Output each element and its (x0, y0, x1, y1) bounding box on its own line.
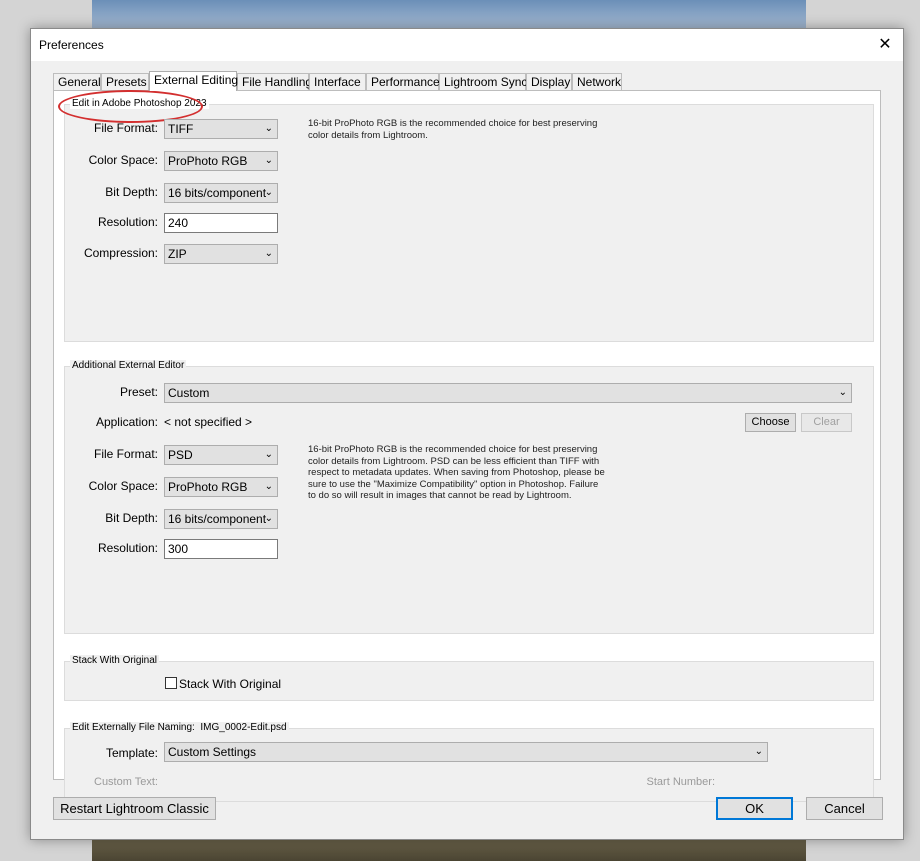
chevron-down-icon: ⌄ (264, 481, 273, 492)
ae-file-format-label: File Format: (93, 447, 158, 461)
tab-external-editing[interactable]: External Editing (149, 71, 238, 91)
ps-bit-depth-value: 16 bits/component (168, 186, 267, 200)
ps-compression-label: Compression: (83, 246, 158, 260)
ae-color-space-value: ProPhoto RGB (168, 480, 248, 494)
start-number-label: Start Number: (646, 776, 715, 788)
tab-network[interactable]: Network (572, 73, 622, 90)
template-value: Custom Settings (168, 745, 257, 759)
ps-file-format-label: File Format: (93, 121, 158, 135)
chevron-down-icon: ⌄ (264, 187, 273, 198)
template-select[interactable]: Custom Settings ⌄ (164, 742, 768, 762)
chevron-down-icon: ⌄ (754, 746, 763, 757)
choose-button[interactable]: Choose (745, 413, 796, 432)
title-bar: Preferences ✕ (31, 29, 903, 61)
ps-color-space-value: ProPhoto RGB (168, 154, 248, 168)
chevron-down-icon: ⌄ (264, 449, 273, 460)
dialog-title: Preferences (39, 38, 104, 52)
chevron-down-icon: ⌄ (264, 123, 273, 134)
application-value: < not specified > (164, 415, 253, 429)
ps-recommendation-note: 16-bit ProPhoto RGB is the recommended c… (308, 118, 598, 141)
tab-file-handling[interactable]: File Handling (237, 73, 312, 90)
stack-with-original-label[interactable]: Stack With Original (179, 677, 281, 691)
file-naming-group (64, 728, 874, 802)
ps-color-space-select[interactable]: ProPhoto RGB ⌄ (164, 151, 278, 171)
ps-file-format-select[interactable]: TIFF ⌄ (164, 119, 278, 139)
file-naming-legend-label: Edit Externally File Naming: (72, 722, 195, 733)
tab-interface[interactable]: Interface (309, 73, 366, 90)
preferences-dialog: Preferences ✕ General Presets External E… (30, 28, 904, 840)
ae-recommendation-note: 16-bit ProPhoto RGB is the recommended c… (308, 444, 605, 501)
tab-presets[interactable]: Presets (101, 73, 149, 90)
ps-resolution-label: Resolution: (97, 215, 158, 229)
template-label: Template: (105, 746, 158, 760)
chevron-down-icon: ⌄ (264, 248, 273, 259)
tab-lightroom-sync[interactable]: Lightroom Sync (439, 73, 527, 90)
preset-value: Custom (168, 386, 210, 400)
ae-bit-depth-select[interactable]: 16 bits/component ⌄ (164, 509, 278, 529)
tab-general[interactable]: General (53, 73, 101, 90)
ae-bit-depth-value: 16 bits/component (168, 512, 267, 526)
ae-resolution-input[interactable]: 300 (164, 539, 278, 559)
file-naming-legend: Edit Externally File Naming: IMG_0002-Ed… (70, 722, 289, 733)
stack-with-original-checkbox[interactable] (165, 677, 177, 689)
ae-color-space-select[interactable]: ProPhoto RGB ⌄ (164, 477, 278, 497)
file-naming-example: IMG_0002-Edit.psd (200, 722, 287, 733)
ps-resolution-input[interactable]: 240 (164, 213, 278, 233)
chevron-down-icon: ⌄ (264, 155, 273, 166)
ps-compression-select[interactable]: ZIP ⌄ (164, 244, 278, 264)
ps-compression-value: ZIP (168, 247, 187, 261)
application-label: Application: (95, 415, 158, 429)
external-editing-panel: Edit in Adobe Photoshop 2023 File Format… (53, 90, 881, 802)
ps-bit-depth-label: Bit Depth: (105, 185, 158, 199)
custom-text-label: Custom Text: (94, 776, 158, 788)
ae-file-format-value: PSD (168, 448, 193, 462)
preset-label: Preset: (119, 385, 158, 399)
clear-button[interactable]: Clear (801, 413, 852, 432)
ae-resolution-label: Resolution: (97, 541, 158, 555)
chevron-down-icon: ⌄ (264, 513, 273, 524)
chevron-down-icon: ⌄ (838, 387, 847, 398)
additional-editor-legend: Additional External Editor (70, 360, 187, 371)
ae-file-format-select[interactable]: PSD ⌄ (164, 445, 278, 465)
stack-group-legend: Stack With Original (70, 655, 160, 666)
ps-file-format-value: TIFF (168, 122, 194, 136)
close-icon[interactable]: ✕ (873, 33, 897, 57)
preset-select[interactable]: Custom ⌄ (164, 383, 852, 403)
restart-lightroom-button[interactable]: Restart Lightroom Classic (53, 797, 216, 820)
ps-color-space-label: Color Space: (88, 153, 158, 167)
ae-bit-depth-label: Bit Depth: (105, 511, 158, 525)
ok-button[interactable]: OK (716, 797, 793, 820)
ae-color-space-label: Color Space: (88, 479, 158, 493)
cancel-button[interactable]: Cancel (806, 797, 883, 820)
tab-performance[interactable]: Performance (366, 73, 440, 90)
tab-display[interactable]: Display (526, 73, 572, 90)
ps-bit-depth-select[interactable]: 16 bits/component ⌄ (164, 183, 278, 203)
